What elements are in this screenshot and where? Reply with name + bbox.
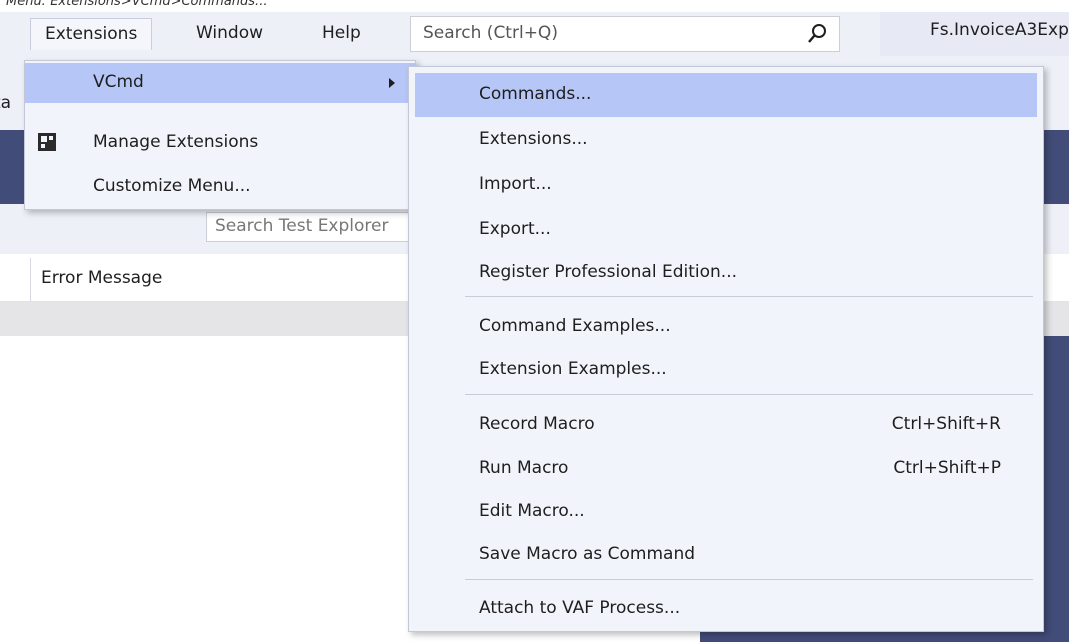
- menu-item-extensions[interactable]: Extensions...: [409, 118, 1043, 162]
- menu-item-label: VCmd: [93, 72, 144, 92]
- menu-item-run-macro[interactable]: Run Macro Ctrl+Shift+P: [409, 447, 1043, 491]
- menu-item-label: Save Macro as Command: [479, 544, 696, 564]
- caption: Menu: Extensions>VCmd>Commands...: [6, 0, 268, 9]
- test-explorer-search[interactable]: Search Test Explorer: [206, 212, 426, 242]
- menu-item-command-examples[interactable]: Command Examples...: [409, 305, 1043, 349]
- solution-name[interactable]: Fs.InvoiceA3Exp: [880, 12, 1069, 56]
- menu-item-label: Extension Examples...: [479, 359, 667, 379]
- manage-extensions-icon: [38, 133, 56, 151]
- menu-item-record-macro[interactable]: Record Macro Ctrl+Shift+R: [409, 403, 1043, 447]
- menu-item-label: Record Macro: [479, 414, 595, 434]
- cut-text: ta: [0, 93, 12, 113]
- menu-item-label: Edit Macro...: [479, 501, 585, 521]
- menu-item-import[interactable]: Import...: [409, 163, 1043, 207]
- menu-item-label: Register Professional Edition...: [479, 262, 737, 282]
- menu-item-label: Commands...: [479, 84, 592, 104]
- menu-extensions[interactable]: Extensions: [30, 18, 153, 50]
- menu-item-commands[interactable]: Commands...: [415, 73, 1037, 117]
- search-icon: [808, 24, 826, 43]
- menu-item-manage-extensions[interactable]: Manage Extensions: [25, 121, 415, 165]
- menu-item-vcmd[interactable]: VCmd: [25, 63, 415, 103]
- menu-item-save-macro-as-command[interactable]: Save Macro as Command: [409, 533, 1043, 577]
- menu-item-attach-vaf-process[interactable]: Attach to VAF Process...: [409, 587, 1043, 631]
- menu-item-shortcut: Ctrl+Shift+P: [893, 458, 1001, 478]
- menu-item-label: Customize Menu...: [93, 176, 251, 196]
- menu-item-edit-macro[interactable]: Edit Macro...: [409, 490, 1043, 534]
- submenu-arrow-icon: [389, 78, 395, 88]
- menu-item-extension-examples[interactable]: Extension Examples...: [409, 348, 1043, 392]
- search-placeholder: Search (Ctrl+Q): [423, 23, 558, 43]
- menu-item-label: Export...: [479, 219, 551, 239]
- menu-item-export[interactable]: Export...: [409, 208, 1043, 252]
- menu-item-label: Run Macro: [479, 458, 569, 478]
- menu-separator: [465, 296, 1033, 297]
- column-error-message[interactable]: Error Message: [30, 258, 162, 302]
- menu-item-label: Extensions...: [479, 129, 588, 149]
- menu-separator: [465, 394, 1033, 395]
- menu-help[interactable]: Help: [308, 18, 375, 50]
- menu-item-shortcut: Ctrl+Shift+R: [891, 414, 1001, 434]
- menu-item-label: Import...: [479, 174, 552, 194]
- menu-separator: [465, 579, 1033, 580]
- vcmd-submenu: Commands... Extensions... Import... Expo…: [408, 66, 1044, 632]
- menu-item-label: Attach to VAF Process...: [479, 598, 681, 618]
- menu-window[interactable]: Window: [182, 18, 277, 50]
- menu-item-label: Manage Extensions: [93, 132, 259, 152]
- menu-item-register-professional[interactable]: Register Professional Edition...: [409, 251, 1043, 295]
- menu-item-customize-menu[interactable]: Customize Menu...: [25, 165, 415, 209]
- extensions-menu: VCmd Manage Extensions Customize Menu...: [24, 60, 416, 210]
- menu-item-label: Command Examples...: [479, 316, 671, 336]
- search-box[interactable]: Search (Ctrl+Q): [410, 16, 840, 52]
